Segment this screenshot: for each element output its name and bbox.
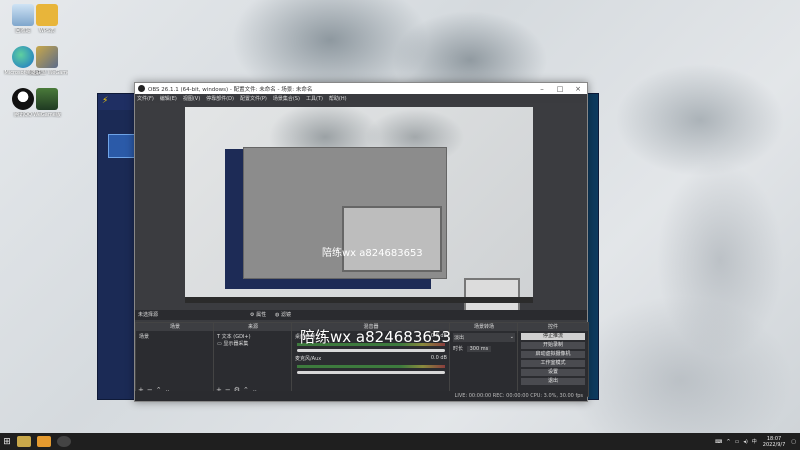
menu-profile[interactable]: 配置文件(P): [240, 95, 267, 102]
menu-docks[interactable]: 停靠部件(D): [206, 95, 234, 102]
wps-taskbar-icon[interactable]: [37, 436, 51, 447]
clock[interactable]: 18:07 2022/9/7: [763, 436, 785, 448]
taskbar: ⊞ ⌨ ^ ▭ ◂) 中 18:07 2022/9/7 ▢: [0, 433, 800, 450]
filters-button[interactable]: ◍ 滤镜: [275, 310, 291, 320]
minimize-icon[interactable]: –: [533, 85, 551, 93]
chevron-up-icon[interactable]: ^: [726, 439, 730, 445]
desktop-icon-shield-app[interactable]: WeGame版: [26, 88, 68, 118]
channel-level: 0.0 dB: [430, 355, 447, 361]
properties-label: 属性: [256, 312, 267, 318]
watermark-small: 陪练wx a824683653: [322, 248, 423, 259]
scenes-header: 场景: [136, 323, 214, 331]
obs-menubar: 文件(F) 编辑(E) 视图(V) 停靠部件(D) 配置文件(P) 场景集合(S…: [135, 94, 587, 103]
obs-status-bar: LIVE: 00:00:00 REC: 00:00:00 CPU: 3.0%, …: [135, 391, 587, 401]
stop-streaming-button[interactable]: 停止推流: [521, 333, 585, 340]
wps-icon: [36, 4, 58, 26]
menu-tools[interactable]: 工具(T): [306, 95, 323, 102]
duration-input[interactable]: 300 ms: [466, 346, 492, 352]
chevron-down-icon: ⌄: [509, 334, 514, 340]
scene-item[interactable]: 场景: [139, 333, 211, 340]
obs-titlebar[interactable]: OBS 26.1.1 (64-bit, windows) - 配置文件: 未命名…: [135, 83, 587, 94]
controls-header: 控件: [518, 323, 588, 331]
obs-window[interactable]: OBS 26.1.1 (64-bit, windows) - 配置文件: 未命名…: [134, 82, 589, 402]
transition-select[interactable]: 淡出 ⌄: [453, 333, 515, 342]
exit-button[interactable]: 退出: [521, 378, 585, 385]
controls-panel: 控件 停止推流 开始录制 启动虚拟摄像机 工作室模式 设置 退出: [517, 322, 589, 397]
menu-view[interactable]: 视图(V): [183, 95, 200, 102]
menu-scene-collection[interactable]: 场景集合(S): [273, 95, 300, 102]
nested-obs-window: [243, 147, 520, 316]
keyboard-icon[interactable]: ⌨: [715, 439, 722, 445]
close-icon[interactable]: ×: [569, 85, 587, 93]
sources-panel: 来源 T 文本 (GDI+) ▭ 显示器采集 +−⚙⌃⌄: [213, 322, 293, 397]
transitions-header: 场景转场: [450, 323, 518, 331]
duration-row: 时长 300 ms: [453, 345, 515, 352]
maximize-icon[interactable]: □: [551, 85, 569, 93]
transition-type: 淡出: [454, 335, 465, 341]
scenes-panel: 场景 场景 +−⌃⌄: [135, 322, 215, 397]
watermark-large: 陪练wx a824683653: [300, 328, 451, 346]
source-item-text[interactable]: T 文本 (GDI+): [217, 333, 289, 340]
volume-slider[interactable]: [297, 371, 445, 374]
game-sidebar: [588, 94, 598, 399]
source-label: 显示器采集: [223, 341, 249, 347]
menu-edit[interactable]: 编辑(E): [160, 95, 177, 102]
sources-header: 来源: [214, 323, 292, 331]
source-toolbar: 未选择源 ⚙ 属性 ◍ 滤镜: [135, 310, 587, 320]
nested-preview-1: [342, 206, 520, 316]
obs-taskbar-icon[interactable]: [57, 436, 71, 447]
game-icon: [36, 46, 58, 68]
desktop-icon-label: WeGame版: [33, 112, 61, 118]
network-icon[interactable]: ▭: [735, 439, 740, 445]
game-logo: ⚡: [102, 96, 109, 106]
properties-button[interactable]: ⚙ 属性: [250, 310, 266, 320]
settings-button[interactable]: 设置: [521, 369, 585, 376]
shield-app-icon: [36, 88, 58, 110]
volume-meter: [297, 365, 445, 368]
start-recording-button[interactable]: 开始录制: [521, 342, 585, 349]
system-tray: ⌨ ^ ▭ ◂) 中 18:07 2022/9/7 ▢: [715, 436, 800, 448]
studio-mode-button[interactable]: 工作室模式: [521, 360, 585, 367]
filters-label: 滤镜: [280, 312, 291, 318]
channel-name: 麦克风/Aux: [295, 356, 322, 362]
desktop-icon-wps[interactable]: WPS表: [26, 4, 68, 34]
transitions-panel: 场景转场 淡出 ⌄ 时长 300 ms: [449, 322, 519, 397]
menu-file[interactable]: 文件(F): [137, 95, 154, 102]
start-virtual-camera-button[interactable]: 启动虚拟摄像机: [521, 351, 585, 358]
obs-logo-icon: [138, 85, 145, 92]
preview-canvas[interactable]: [185, 107, 533, 316]
desktop-icon-label: 英雄联盟 WeGame: [26, 70, 68, 76]
menu-help[interactable]: 帮助(H): [329, 95, 347, 102]
nested-taskbar: [185, 297, 533, 303]
volume-slider[interactable]: [297, 349, 445, 352]
windows-start-icon[interactable]: ⊞: [0, 437, 14, 447]
no-source-label: 未选择源: [138, 312, 159, 318]
notification-icon[interactable]: ▢: [791, 439, 796, 445]
mixer-channel-mic: 麦克风/Aux 0.0 dB: [295, 355, 447, 362]
desktop-icon-game[interactable]: 英雄联盟 WeGame: [26, 46, 68, 76]
duration-label: 时长: [453, 346, 464, 352]
desktop-icon-label: WPS表: [38, 28, 56, 34]
clock-date: 2022/9/7: [762, 441, 786, 448]
game-taskbar-icon[interactable]: [17, 436, 31, 447]
obs-window-title: OBS 26.1.1 (64-bit, windows) - 配置文件: 未命名…: [148, 86, 313, 93]
source-item-display[interactable]: ▭ 显示器采集: [217, 340, 289, 347]
game-card[interactable]: [108, 134, 136, 158]
ime-icon[interactable]: 中: [752, 438, 757, 445]
volume-icon[interactable]: ◂): [743, 439, 747, 445]
